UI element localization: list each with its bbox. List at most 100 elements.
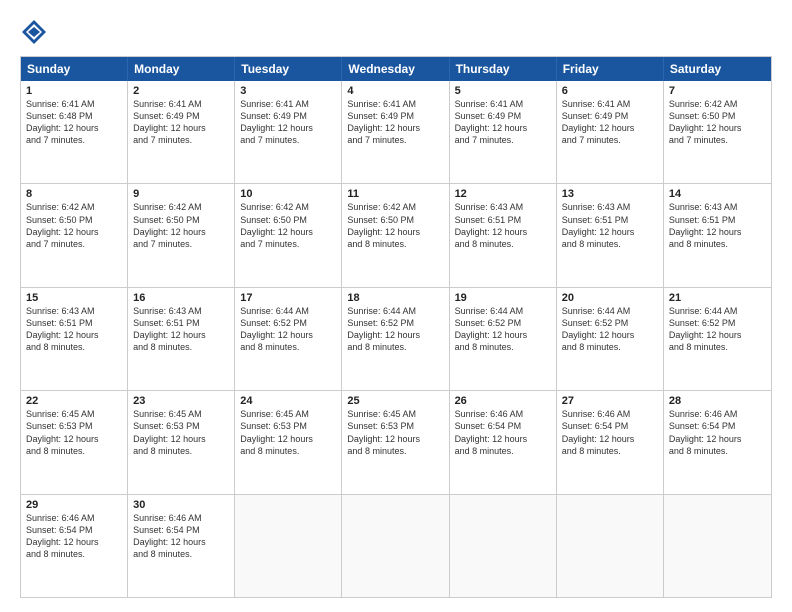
calendar-header: SundayMondayTuesdayWednesdayThursdayFrid… bbox=[21, 57, 771, 81]
cell-line: Sunrise: 6:43 AM bbox=[26, 305, 122, 317]
cell-line: Sunset: 6:54 PM bbox=[133, 524, 229, 536]
day-number: 18 bbox=[347, 292, 443, 304]
cal-cell-day-22: 22Sunrise: 6:45 AMSunset: 6:53 PMDayligh… bbox=[21, 391, 128, 493]
cal-cell-day-27: 27Sunrise: 6:46 AMSunset: 6:54 PMDayligh… bbox=[557, 391, 664, 493]
cell-line: and 8 minutes. bbox=[562, 445, 658, 457]
cell-line: Sunrise: 6:41 AM bbox=[240, 98, 336, 110]
day-number: 28 bbox=[669, 395, 766, 407]
cal-cell-day-15: 15Sunrise: 6:43 AMSunset: 6:51 PMDayligh… bbox=[21, 288, 128, 390]
cell-line: Sunrise: 6:41 AM bbox=[455, 98, 551, 110]
cell-line: Sunrise: 6:41 AM bbox=[133, 98, 229, 110]
cell-line: and 7 minutes. bbox=[26, 238, 122, 250]
header-cell-friday: Friday bbox=[557, 57, 664, 81]
cell-line: Daylight: 12 hours bbox=[133, 433, 229, 445]
cell-line: Sunset: 6:50 PM bbox=[347, 214, 443, 226]
cell-line: Sunrise: 6:43 AM bbox=[455, 201, 551, 213]
cell-line: Sunrise: 6:44 AM bbox=[562, 305, 658, 317]
cell-line: and 8 minutes. bbox=[133, 341, 229, 353]
cell-line: and 8 minutes. bbox=[669, 238, 766, 250]
calendar-row-1: 8Sunrise: 6:42 AMSunset: 6:50 PMDaylight… bbox=[21, 183, 771, 286]
header-cell-sunday: Sunday bbox=[21, 57, 128, 81]
cell-line: Sunset: 6:48 PM bbox=[26, 110, 122, 122]
cal-cell-day-9: 9Sunrise: 6:42 AMSunset: 6:50 PMDaylight… bbox=[128, 184, 235, 286]
cal-cell-day-14: 14Sunrise: 6:43 AMSunset: 6:51 PMDayligh… bbox=[664, 184, 771, 286]
cell-line: Daylight: 12 hours bbox=[669, 122, 766, 134]
cal-cell-day-6: 6Sunrise: 6:41 AMSunset: 6:49 PMDaylight… bbox=[557, 81, 664, 183]
day-number: 10 bbox=[240, 188, 336, 200]
cell-line: and 7 minutes. bbox=[669, 134, 766, 146]
cell-line: Sunset: 6:51 PM bbox=[669, 214, 766, 226]
cell-line: Daylight: 12 hours bbox=[133, 536, 229, 548]
cell-line: Sunset: 6:52 PM bbox=[455, 317, 551, 329]
cal-cell-day-30: 30Sunrise: 6:46 AMSunset: 6:54 PMDayligh… bbox=[128, 495, 235, 597]
cal-cell-empty bbox=[342, 495, 449, 597]
cell-line: Sunset: 6:52 PM bbox=[240, 317, 336, 329]
cell-line: Sunset: 6:54 PM bbox=[26, 524, 122, 536]
day-number: 13 bbox=[562, 188, 658, 200]
day-number: 20 bbox=[562, 292, 658, 304]
cell-line: Daylight: 12 hours bbox=[347, 226, 443, 238]
cell-line: and 8 minutes. bbox=[347, 445, 443, 457]
cell-line: Sunrise: 6:46 AM bbox=[133, 512, 229, 524]
cell-line: Sunrise: 6:46 AM bbox=[26, 512, 122, 524]
cell-line: Daylight: 12 hours bbox=[133, 329, 229, 341]
cal-cell-day-12: 12Sunrise: 6:43 AMSunset: 6:51 PMDayligh… bbox=[450, 184, 557, 286]
cal-cell-day-20: 20Sunrise: 6:44 AMSunset: 6:52 PMDayligh… bbox=[557, 288, 664, 390]
cell-line: Daylight: 12 hours bbox=[26, 226, 122, 238]
cell-line: Daylight: 12 hours bbox=[455, 226, 551, 238]
cell-line: and 8 minutes. bbox=[26, 341, 122, 353]
day-number: 19 bbox=[455, 292, 551, 304]
cal-cell-day-3: 3Sunrise: 6:41 AMSunset: 6:49 PMDaylight… bbox=[235, 81, 342, 183]
cell-line: Sunset: 6:51 PM bbox=[455, 214, 551, 226]
header-cell-tuesday: Tuesday bbox=[235, 57, 342, 81]
cell-line: Sunset: 6:52 PM bbox=[562, 317, 658, 329]
day-number: 23 bbox=[133, 395, 229, 407]
cell-line: Daylight: 12 hours bbox=[347, 122, 443, 134]
cell-line: Daylight: 12 hours bbox=[347, 433, 443, 445]
calendar-row-0: 1Sunrise: 6:41 AMSunset: 6:48 PMDaylight… bbox=[21, 81, 771, 183]
cal-cell-day-7: 7Sunrise: 6:42 AMSunset: 6:50 PMDaylight… bbox=[664, 81, 771, 183]
cell-line: and 8 minutes. bbox=[455, 445, 551, 457]
cell-line: Daylight: 12 hours bbox=[347, 329, 443, 341]
cell-line: Sunset: 6:49 PM bbox=[562, 110, 658, 122]
cell-line: Sunset: 6:53 PM bbox=[26, 420, 122, 432]
day-number: 26 bbox=[455, 395, 551, 407]
cell-line: and 7 minutes. bbox=[133, 134, 229, 146]
day-number: 29 bbox=[26, 499, 122, 511]
cell-line: Daylight: 12 hours bbox=[562, 329, 658, 341]
cell-line: Sunset: 6:51 PM bbox=[26, 317, 122, 329]
cal-cell-day-18: 18Sunrise: 6:44 AMSunset: 6:52 PMDayligh… bbox=[342, 288, 449, 390]
cell-line: and 8 minutes. bbox=[455, 238, 551, 250]
day-number: 3 bbox=[240, 85, 336, 97]
cell-line: Daylight: 12 hours bbox=[455, 329, 551, 341]
cell-line: Daylight: 12 hours bbox=[455, 122, 551, 134]
cell-line: Sunset: 6:49 PM bbox=[455, 110, 551, 122]
cell-line: Sunset: 6:50 PM bbox=[240, 214, 336, 226]
cell-line: Sunset: 6:49 PM bbox=[347, 110, 443, 122]
cal-cell-day-11: 11Sunrise: 6:42 AMSunset: 6:50 PMDayligh… bbox=[342, 184, 449, 286]
cell-line: Sunrise: 6:43 AM bbox=[669, 201, 766, 213]
cell-line: and 8 minutes. bbox=[347, 238, 443, 250]
cal-cell-day-23: 23Sunrise: 6:45 AMSunset: 6:53 PMDayligh… bbox=[128, 391, 235, 493]
day-number: 21 bbox=[669, 292, 766, 304]
cell-line: Sunrise: 6:44 AM bbox=[669, 305, 766, 317]
cell-line: Sunrise: 6:44 AM bbox=[240, 305, 336, 317]
day-number: 27 bbox=[562, 395, 658, 407]
cell-line: Daylight: 12 hours bbox=[26, 433, 122, 445]
header-cell-wednesday: Wednesday bbox=[342, 57, 449, 81]
cal-cell-empty bbox=[450, 495, 557, 597]
cell-line: Sunset: 6:54 PM bbox=[669, 420, 766, 432]
page: SundayMondayTuesdayWednesdayThursdayFrid… bbox=[0, 0, 792, 612]
cal-cell-day-4: 4Sunrise: 6:41 AMSunset: 6:49 PMDaylight… bbox=[342, 81, 449, 183]
cell-line: Sunrise: 6:44 AM bbox=[347, 305, 443, 317]
cell-line: Sunrise: 6:41 AM bbox=[347, 98, 443, 110]
cal-cell-day-21: 21Sunrise: 6:44 AMSunset: 6:52 PMDayligh… bbox=[664, 288, 771, 390]
cell-line: Sunrise: 6:42 AM bbox=[133, 201, 229, 213]
cell-line: Sunset: 6:52 PM bbox=[347, 317, 443, 329]
cal-cell-day-13: 13Sunrise: 6:43 AMSunset: 6:51 PMDayligh… bbox=[557, 184, 664, 286]
cell-line: Daylight: 12 hours bbox=[26, 122, 122, 134]
cell-line: and 7 minutes. bbox=[240, 134, 336, 146]
day-number: 14 bbox=[669, 188, 766, 200]
calendar: SundayMondayTuesdayWednesdayThursdayFrid… bbox=[20, 56, 772, 598]
cell-line: Sunrise: 6:44 AM bbox=[455, 305, 551, 317]
